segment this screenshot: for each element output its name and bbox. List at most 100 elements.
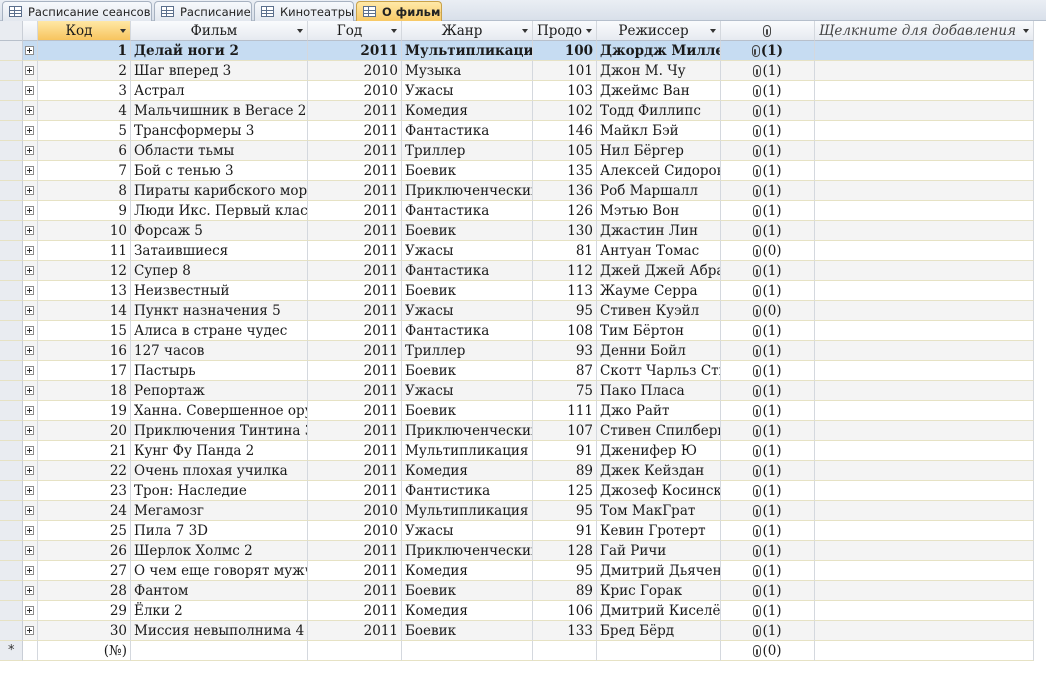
cell-director[interactable] <box>597 641 721 661</box>
cell-duration[interactable]: 136 <box>533 181 597 201</box>
cell-add[interactable] <box>815 121 1034 141</box>
cell-genre[interactable]: Комедия <box>402 601 533 621</box>
cell-id[interactable]: (№) <box>38 641 131 661</box>
cell-duration[interactable]: 105 <box>533 141 597 161</box>
cell-year[interactable]: 2011 <box>308 301 402 321</box>
record-selector[interactable] <box>0 281 23 301</box>
expand-cell[interactable] <box>23 401 38 421</box>
cell-genre[interactable]: Боевик <box>402 361 533 381</box>
cell-year[interactable]: 2011 <box>308 321 402 341</box>
cell-film[interactable]: Ханна. Совершенное оружие <box>131 401 308 421</box>
expand-plus-icon[interactable] <box>25 426 34 435</box>
cell-id[interactable]: 21 <box>38 441 131 461</box>
table-row[interactable]: 14 Пункт назначения 5 2011 Ужасы 95 Стивен Ку… <box>0 301 1034 321</box>
cell-director[interactable]: Роб Маршалл <box>597 181 721 201</box>
record-selector[interactable] <box>0 81 23 101</box>
table-row[interactable]: 17Пастырь2011Боевик87Скотт Чарльз Стюарт… <box>0 361 1034 381</box>
cell-year[interactable]: 2010 <box>308 521 402 541</box>
cell-genre[interactable]: Триллер <box>402 341 533 361</box>
table-row[interactable]: 8 Пираты карибского моря 2011 Приключенческ… <box>0 181 1034 201</box>
cell-director[interactable]: Крис Горак <box>597 581 721 601</box>
expand-plus-icon[interactable] <box>25 586 34 595</box>
cell-duration[interactable]: 91 <box>533 521 597 541</box>
dropdown-arrow-icon[interactable] <box>297 29 303 33</box>
cell-director[interactable]: Стивен Спилберг <box>597 421 721 441</box>
cell-director[interactable]: Майкл Бэй <box>597 121 721 141</box>
cell-year[interactable]: 2011 <box>308 441 402 461</box>
cell-duration[interactable]: 89 <box>533 461 597 481</box>
table-row[interactable]: 3 Астрал 2010 Ужасы 103 Джеймс Ван (1) <box>0 81 1034 101</box>
cell-film[interactable] <box>131 641 308 661</box>
cell-id[interactable]: 22 <box>38 461 131 481</box>
cell-id[interactable]: 13 <box>38 281 131 301</box>
cell-add[interactable] <box>815 321 1034 341</box>
cell-attachments[interactable]: (1) <box>721 281 815 301</box>
cell-film[interactable]: Астрал <box>131 81 308 101</box>
record-selector[interactable] <box>0 121 23 141</box>
cell-film[interactable]: Ёлки 2 <box>131 601 308 621</box>
cell-genre[interactable]: Ужасы <box>402 81 533 101</box>
cell-year[interactable]: 2011 <box>308 121 402 141</box>
expand-cell[interactable] <box>23 281 38 301</box>
cell-id[interactable]: 10 <box>38 221 131 241</box>
cell-add[interactable] <box>815 501 1034 521</box>
cell-duration[interactable]: 128 <box>533 541 597 561</box>
cell-film[interactable]: Мальчишник в Вегасе 2 <box>131 101 308 121</box>
cell-director[interactable]: Жауме Серра <box>597 281 721 301</box>
column-header-duration[interactable]: Продо <box>533 21 597 41</box>
record-selector[interactable] <box>0 521 23 541</box>
cell-director[interactable]: Гай Ричи <box>597 541 721 561</box>
cell-duration[interactable] <box>533 641 597 661</box>
cell-add[interactable] <box>815 241 1034 261</box>
table-row[interactable]: 9 Люди Икс. Первый класс 2011 Фантастика 126… <box>0 201 1034 221</box>
expand-cell[interactable] <box>23 521 38 541</box>
table-row[interactable]: 5 Трансформеры 3 2011 Фантастика 146 Майкл Бэ… <box>0 121 1034 141</box>
record-selector[interactable] <box>0 261 23 281</box>
cell-year[interactable]: 2011 <box>308 101 402 121</box>
record-selector[interactable] <box>0 181 23 201</box>
expand-cell[interactable] <box>23 221 38 241</box>
expand-plus-icon[interactable] <box>25 46 34 55</box>
expand-cell[interactable] <box>23 501 38 521</box>
cell-attachments[interactable]: (0) <box>721 301 815 321</box>
record-selector[interactable] <box>0 441 23 461</box>
cell-add[interactable] <box>815 601 1034 621</box>
cell-genre[interactable]: Мультипликация <box>402 41 533 61</box>
cell-year[interactable]: 2011 <box>308 421 402 441</box>
expand-plus-icon[interactable] <box>25 626 34 635</box>
cell-add[interactable] <box>815 81 1034 101</box>
expand-cell[interactable] <box>23 601 38 621</box>
cell-year[interactable]: 2011 <box>308 541 402 561</box>
cell-year[interactable]: 2011 <box>308 481 402 501</box>
cell-film[interactable]: Фантом <box>131 581 308 601</box>
cell-year[interactable]: 2011 <box>308 221 402 241</box>
cell-director[interactable]: Джозеф Косински <box>597 481 721 501</box>
cell-attachments[interactable]: (1) <box>721 201 815 221</box>
cell-attachments[interactable]: (1) <box>721 481 815 501</box>
expand-cell[interactable] <box>23 301 38 321</box>
cell-id[interactable]: 9 <box>38 201 131 221</box>
cell-attachments[interactable]: (1) <box>721 81 815 101</box>
expand-cell[interactable] <box>23 241 38 261</box>
table-row[interactable]: 27О чем еще говорят мужчины2011Комедия95… <box>0 561 1034 581</box>
cell-id[interactable]: 18 <box>38 381 131 401</box>
cell-attachments[interactable]: (1) <box>721 61 815 81</box>
cell-year[interactable]: 2011 <box>308 401 402 421</box>
cell-director[interactable]: Джо Райт <box>597 401 721 421</box>
cell-attachments[interactable]: (1) <box>721 221 815 241</box>
cell-genre[interactable]: Боевик <box>402 281 533 301</box>
cell-genre[interactable]: Комедия <box>402 101 533 121</box>
cell-id[interactable]: 7 <box>38 161 131 181</box>
cell-attachments[interactable]: (1) <box>721 441 815 461</box>
table-row[interactable]: 10 Форсаж 5 2011 Боевик 130 Джастин Лин (1) <box>0 221 1034 241</box>
expand-cell[interactable] <box>23 261 38 281</box>
table-row[interactable]: 22 Очень плохая училка 2011 Комедия 89 Джек К… <box>0 461 1034 481</box>
record-selector[interactable] <box>0 361 23 381</box>
record-selector[interactable] <box>0 161 23 181</box>
cell-director[interactable]: Пако Пласа <box>597 381 721 401</box>
cell-year[interactable]: 2011 <box>308 41 402 61</box>
cell-film[interactable]: Мегамозг <box>131 501 308 521</box>
cell-duration[interactable]: 126 <box>533 201 597 221</box>
tab-schedule[interactable]: Расписание <box>154 1 252 21</box>
cell-year[interactable]: 2011 <box>308 241 402 261</box>
